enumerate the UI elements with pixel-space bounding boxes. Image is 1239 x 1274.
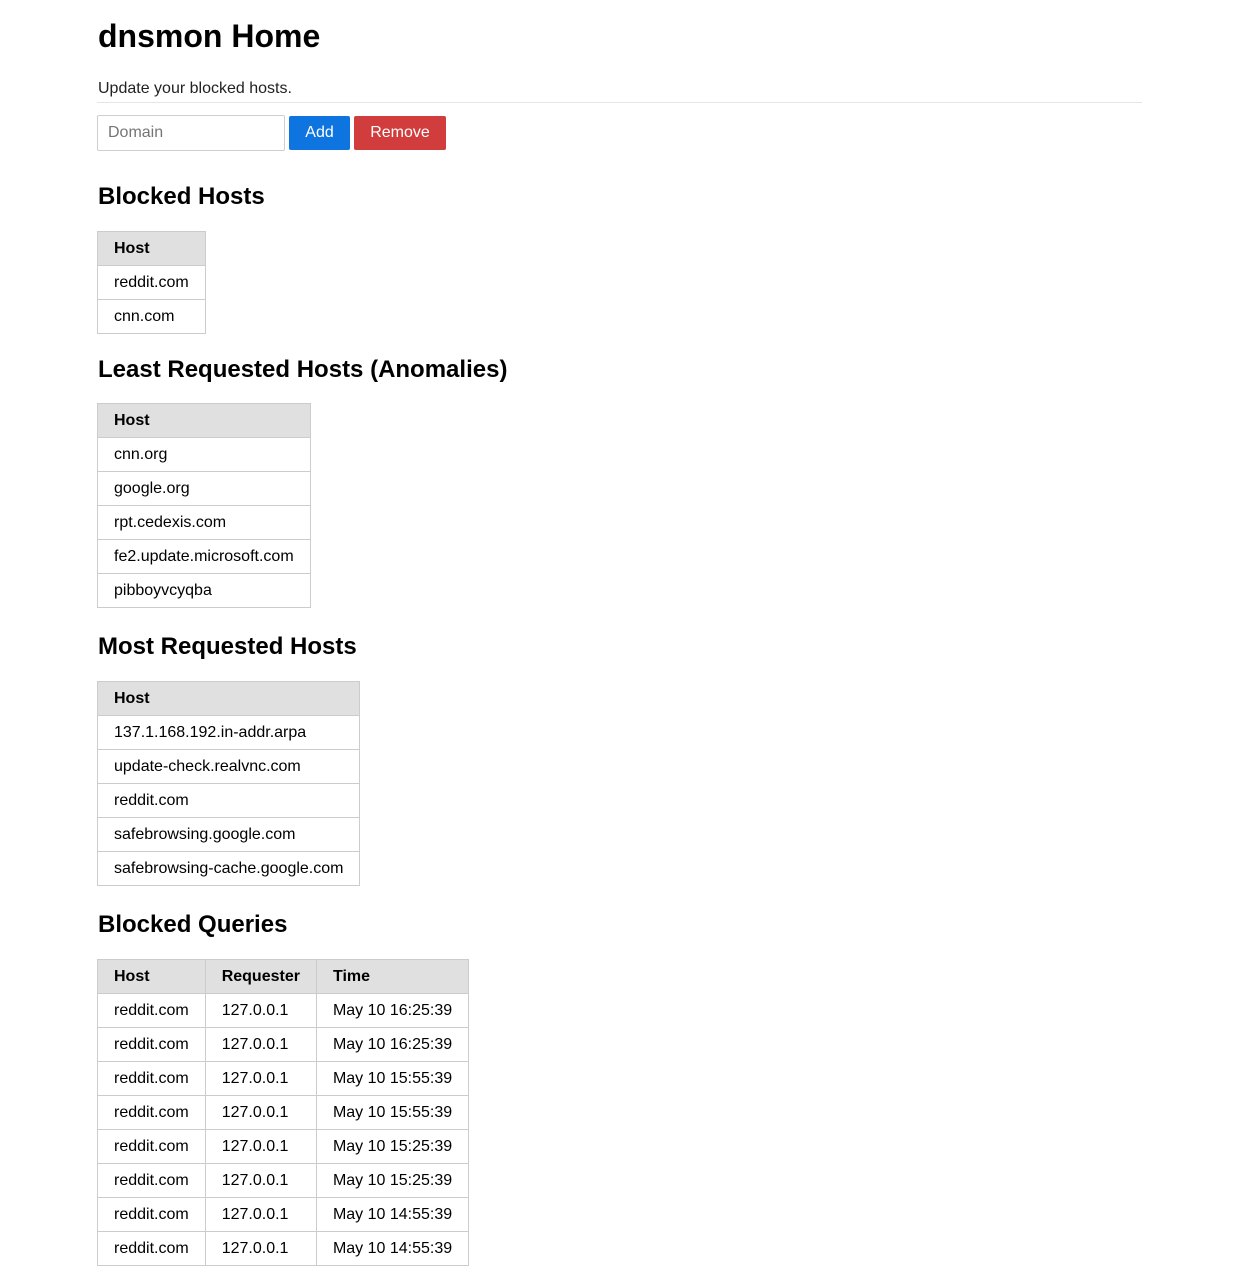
table-row: reddit.com 127.0.0.1 May 10 14:55:39 (97, 1231, 470, 1266)
table-row: safebrowsing-cache.google.com (96, 851, 361, 886)
table-cell: cnn.org (97, 437, 311, 472)
table-cell: May 10 15:25:39 (315, 1129, 470, 1164)
table-cell: 127.0.0.1 (204, 1095, 317, 1130)
table-row: update-check.realvnc.com (96, 749, 361, 784)
table-row: 137.1.168.192.in-addr.arpa (96, 715, 361, 750)
blocked-queries-table: Host Requester Time reddit.com 127.0.0.1 May… (97, 959, 470, 1266)
add-button[interactable]: Add (289, 116, 350, 150)
table-header: Host Requester Time (97, 959, 470, 994)
column-header: Time (315, 959, 470, 994)
most-requested-table: Host 137.1.168.192.in-addr.arpa update-ch… (96, 681, 361, 886)
table-cell: pibboyvcyqba (97, 573, 311, 608)
table-cell: cnn.com (97, 299, 206, 334)
table-cell: 127.0.0.1 (204, 1027, 317, 1062)
table-row: reddit.com 127.0.0.1 May 10 15:55:39 (97, 1095, 470, 1130)
table-header: Host (97, 231, 206, 266)
table-row: reddit.com 127.0.0.1 May 10 15:25:39 (97, 1129, 470, 1164)
table-cell: reddit.com (97, 993, 206, 1028)
blocked-queries-heading: Blocked Queries (98, 911, 288, 938)
table-cell: reddit.com (97, 1061, 206, 1096)
table-cell: reddit.com (97, 1027, 206, 1062)
table-cell: reddit.com (96, 783, 361, 818)
blocked-hosts-table: Host reddit.com cnn.com (97, 231, 206, 334)
column-header: Host (96, 681, 361, 716)
table-row: reddit.com 127.0.0.1 May 10 15:55:39 (97, 1061, 470, 1096)
table-cell: safebrowsing.google.com (96, 817, 361, 852)
column-header: Requester (204, 959, 317, 994)
table-cell: rpt.cedexis.com (97, 505, 311, 540)
table-body: reddit.com 127.0.0.1 May 10 16:25:39 reddit… (97, 993, 470, 1266)
table-row: rpt.cedexis.com (97, 505, 311, 540)
table-cell: 137.1.168.192.in-addr.arpa (96, 715, 361, 750)
table-header: Host (97, 403, 311, 438)
table-row: fe2.update.microsoft.com (97, 539, 311, 574)
column-header: Host (97, 231, 206, 266)
table-header: Host (96, 681, 361, 716)
table-row: cnn.org (97, 437, 311, 472)
table-cell: May 10 15:55:39 (315, 1061, 470, 1096)
table-cell: update-check.realvnc.com (96, 749, 361, 784)
table-row: pibboyvcyqba (97, 573, 311, 608)
table-cell: google.org (97, 471, 311, 506)
table-row: reddit.com (96, 783, 361, 818)
table-header-row: Host (97, 403, 311, 438)
table-row: reddit.com (97, 265, 206, 300)
most-requested-heading: Most Requested Hosts (98, 633, 357, 660)
table-header-row: Host Requester Time (97, 959, 470, 994)
table-cell: reddit.com (97, 1163, 206, 1198)
table-cell: May 10 16:25:39 (315, 1027, 470, 1062)
table-row: reddit.com 127.0.0.1 May 10 15:25:39 (97, 1163, 470, 1198)
page-subtitle: Update your blocked hosts. (98, 80, 292, 97)
table-cell: reddit.com (97, 1095, 206, 1130)
column-header: Host (97, 403, 311, 438)
table-cell: May 10 15:55:39 (315, 1095, 470, 1130)
least-requested-heading: Least Requested Hosts (Anomalies) (98, 356, 508, 383)
table-header-row: Host (97, 231, 206, 266)
domain-input[interactable] (97, 115, 285, 151)
table-row: google.org (97, 471, 311, 506)
table-cell: 127.0.0.1 (204, 1061, 317, 1096)
table-row: cnn.com (97, 299, 206, 334)
table-cell: reddit.com (97, 1197, 206, 1232)
table-cell: 127.0.0.1 (204, 993, 317, 1028)
table-cell: May 10 16:25:39 (315, 993, 470, 1028)
divider (97, 102, 1142, 103)
table-cell: safebrowsing-cache.google.com (96, 851, 361, 886)
table-cell: 127.0.0.1 (204, 1197, 317, 1232)
table-cell: 127.0.0.1 (204, 1129, 317, 1164)
blocked-hosts-heading: Blocked Hosts (98, 183, 265, 210)
page-title: dnsmon Home (98, 18, 321, 54)
table-body: 137.1.168.192.in-addr.arpa update-check.r… (96, 715, 361, 886)
table-cell: May 10 14:55:39 (315, 1231, 470, 1266)
table-row: reddit.com 127.0.0.1 May 10 14:55:39 (97, 1197, 470, 1232)
table-header-row: Host (96, 681, 361, 716)
table-cell: reddit.com (97, 265, 206, 300)
column-header: Host (97, 959, 206, 994)
table-cell: 127.0.0.1 (204, 1163, 317, 1198)
table-cell: fe2.update.microsoft.com (97, 539, 311, 574)
table-cell: reddit.com (97, 1231, 206, 1266)
table-body: cnn.org google.org rpt.cedexis.com fe2.upda… (97, 437, 311, 608)
table-row: reddit.com 127.0.0.1 May 10 16:25:39 (97, 993, 470, 1028)
remove-button[interactable]: Remove (354, 116, 446, 150)
least-requested-table: Host cnn.org google.org rpt.cedexis.com fe2… (97, 403, 311, 608)
table-row: safebrowsing.google.com (96, 817, 361, 852)
table-cell: May 10 14:55:39 (315, 1197, 470, 1232)
table-cell: reddit.com (97, 1129, 206, 1164)
table-cell: 127.0.0.1 (204, 1231, 317, 1266)
table-row: reddit.com 127.0.0.1 May 10 16:25:39 (97, 1027, 470, 1062)
table-body: reddit.com cnn.com (97, 265, 206, 334)
table-cell: May 10 15:25:39 (315, 1163, 470, 1198)
